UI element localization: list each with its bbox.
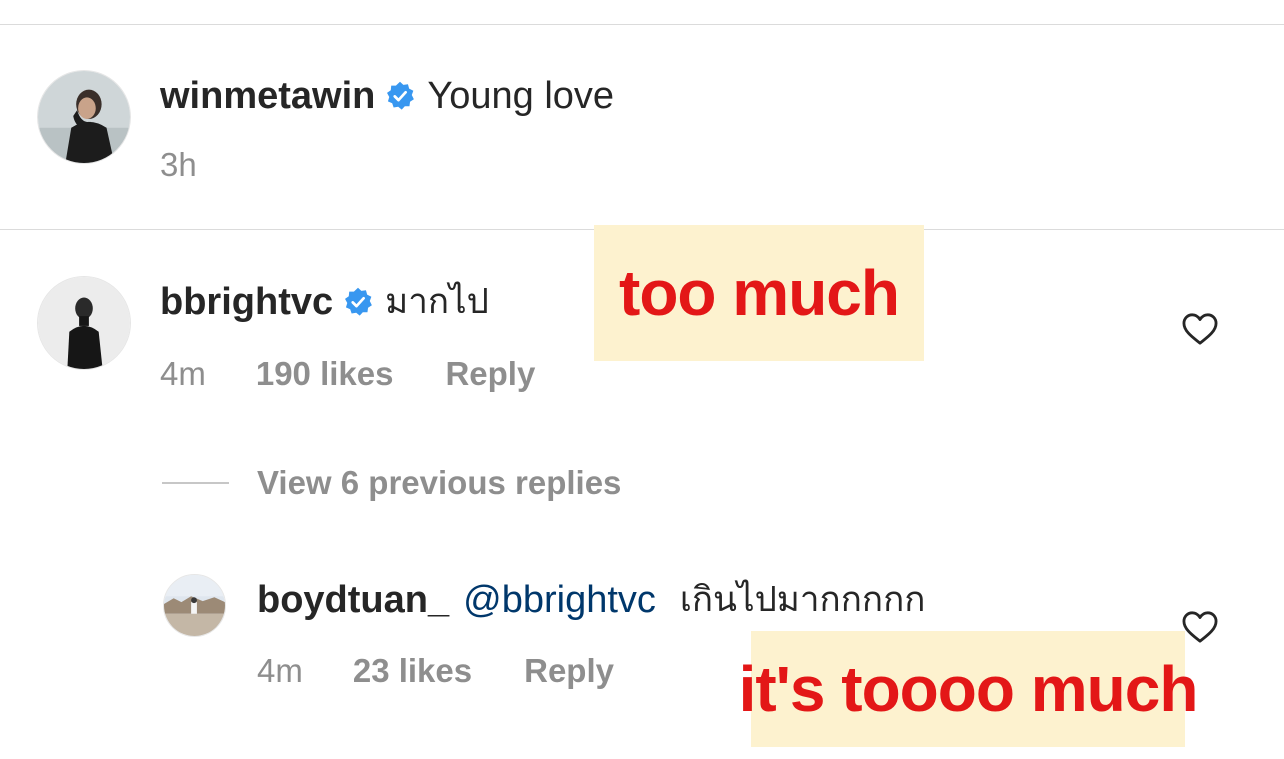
post-timestamp: 3h xyxy=(160,145,197,183)
verified-badge-icon xyxy=(385,81,415,111)
comment-text: มากไป xyxy=(385,281,489,322)
comment-author-avatar[interactable] xyxy=(37,276,131,370)
post-meta: 3h xyxy=(160,147,247,181)
reply-mention-link[interactable]: @bbrightvc xyxy=(463,581,656,619)
reply-author-avatar[interactable] xyxy=(163,574,226,637)
translation-annotation-comment: too much xyxy=(594,225,924,361)
view-replies-label: View 6 previous replies xyxy=(257,464,622,501)
replies-divider-line xyxy=(162,482,229,484)
top-divider xyxy=(0,24,1284,25)
reply-reply-button[interactable]: Reply xyxy=(524,654,614,687)
comment-likes-count[interactable]: 190 likes xyxy=(256,357,394,390)
post-caption-text: Young love xyxy=(427,75,615,117)
reply-text: เกินไปมากกกกก xyxy=(679,579,926,620)
reply-line: boydtuan_ @bbrightvc เกินไปมากกกกก xyxy=(257,580,925,620)
reply-username[interactable]: boydtuan_ xyxy=(257,581,449,619)
view-previous-replies-button[interactable]: View 6 previous replies xyxy=(162,464,621,502)
avatar-image xyxy=(38,71,130,163)
heart-icon[interactable] xyxy=(1181,610,1219,644)
post-author-avatar[interactable] xyxy=(37,70,131,164)
post-username[interactable]: winmetawin xyxy=(160,77,375,115)
reply-meta: 4m 23 likes Reply xyxy=(257,653,614,687)
comment-meta: 4m 190 likes Reply xyxy=(160,356,535,390)
reply-timestamp: 4m xyxy=(257,651,303,689)
translation-annotation-reply: it's toooo much xyxy=(739,631,1198,747)
heart-icon[interactable] xyxy=(1181,312,1219,346)
verified-badge-icon xyxy=(343,287,373,317)
avatar-image xyxy=(164,575,225,636)
comment-username[interactable]: bbrightvc xyxy=(160,283,333,321)
avatar-image xyxy=(38,277,130,369)
comment-reply-button[interactable]: Reply xyxy=(445,357,535,390)
comment-line: bbrightvc มากไป xyxy=(160,282,489,322)
post-caption-line: winmetawin Young love xyxy=(160,76,614,116)
comment-timestamp: 4m xyxy=(160,354,206,392)
reply-likes-count[interactable]: 23 likes xyxy=(353,654,472,687)
